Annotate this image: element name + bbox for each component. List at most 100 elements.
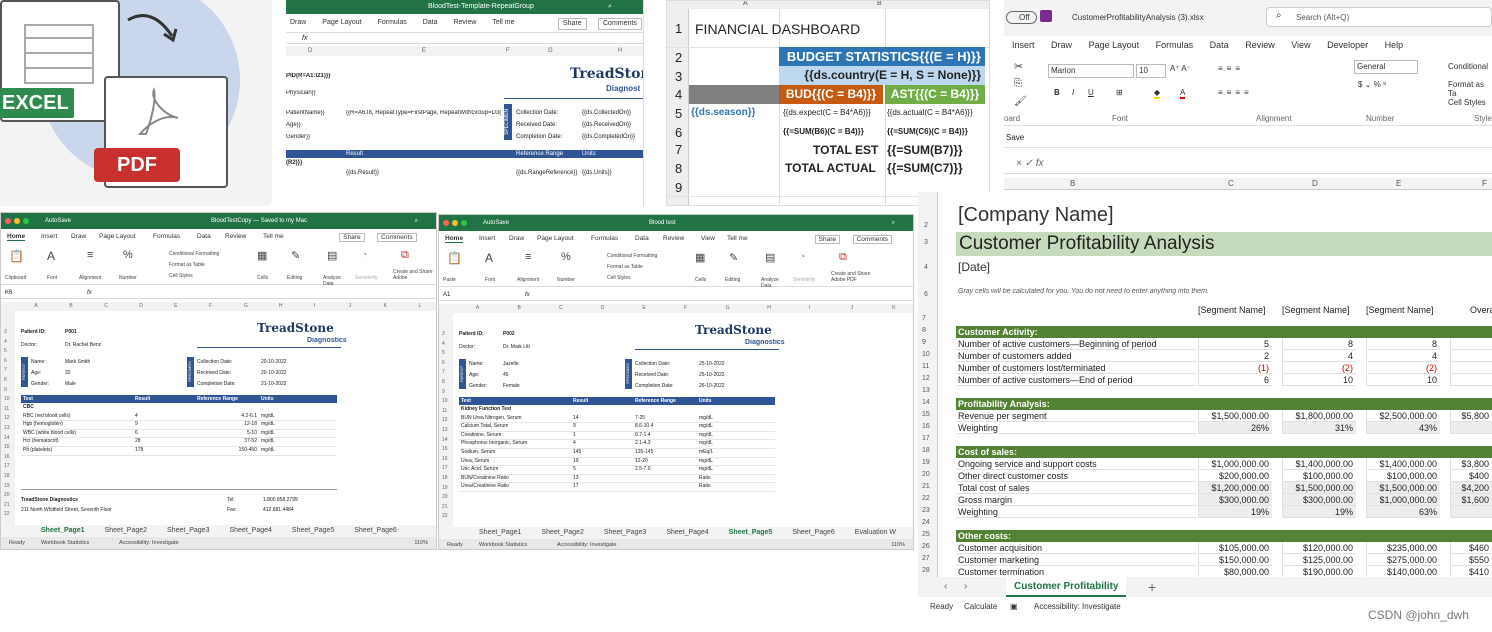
row-number[interactable]: 18 xyxy=(442,475,448,481)
search-icon[interactable]: ⌕ xyxy=(415,213,418,229)
number-format-select[interactable]: General xyxy=(1354,60,1418,74)
search-icon[interactable]: ⌕ xyxy=(608,0,612,14)
col-d[interactable]: D xyxy=(1312,178,1318,190)
minimize-icon[interactable] xyxy=(452,220,458,226)
formula-bar[interactable]: K6 fx xyxy=(1,288,436,299)
row-number[interactable]: 9 xyxy=(442,389,445,395)
tab-formulas[interactable]: Formulas xyxy=(153,233,180,240)
row-number[interactable]: 3 xyxy=(4,329,7,335)
value-cell[interactable]: 31% xyxy=(1282,422,1356,434)
editing-icon[interactable]: ✎ xyxy=(291,249,300,262)
row-number[interactable]: 8 xyxy=(442,379,445,385)
row-number[interactable]: 7 xyxy=(4,367,7,373)
sheet-tab[interactable]: Sheet_Page1 xyxy=(31,525,95,537)
row-number[interactable]: 15 xyxy=(442,446,448,452)
workbook-stats-icon[interactable]: ▣ xyxy=(1010,597,1018,617)
row-number[interactable]: 14 xyxy=(922,399,930,406)
analyze-data-icon[interactable]: ▤ xyxy=(765,251,775,264)
accessibility-status[interactable]: Accessibility: Investigate xyxy=(557,539,617,549)
bold-button[interactable]: B xyxy=(1054,88,1060,97)
value-cell[interactable]: $105,000.00 xyxy=(1198,542,1272,554)
align-icons[interactable]: ≡≡≡ xyxy=(1218,64,1244,73)
row-number[interactable]: 6 xyxy=(442,360,445,366)
row-number[interactable]: 7 xyxy=(922,315,926,322)
col-c[interactable]: C xyxy=(1228,178,1234,190)
column-header[interactable]: G xyxy=(726,304,730,313)
row-number[interactable]: 11 xyxy=(922,363,929,370)
row-number[interactable]: 5 xyxy=(4,348,7,354)
column-header[interactable]: F xyxy=(684,304,687,313)
tab-extra[interactable]: Tell me xyxy=(263,233,284,240)
font-icon[interactable]: A xyxy=(47,249,55,263)
value-cell[interactable]: $125,000.00 xyxy=(1282,554,1356,566)
value-cell[interactable]: 4 xyxy=(1282,350,1356,362)
tab-page-layout[interactable]: Page Layout xyxy=(99,233,136,240)
share-button[interactable]: Share xyxy=(339,233,365,242)
value-cell[interactable]: $300,000.00 xyxy=(1198,494,1272,506)
column-header[interactable]: F xyxy=(209,302,212,311)
grow-font-icon[interactable]: A⁺ A⁻ xyxy=(1170,64,1191,73)
row-number[interactable]: 13 xyxy=(4,425,10,431)
column-header[interactable]: D xyxy=(601,304,605,313)
value-cell[interactable]: (1) xyxy=(1198,362,1272,374)
sheet-tab[interactable]: Sheet_Page4 xyxy=(656,527,718,539)
value-cell[interactable] xyxy=(1450,422,1492,434)
row-4[interactable]: 4 xyxy=(675,87,682,102)
tab-page-layout[interactable]: Page Layout xyxy=(1089,38,1140,52)
adobe-icon[interactable]: ⧉ xyxy=(839,251,847,264)
value-cell[interactable]: 19% xyxy=(1282,506,1356,518)
value-cell[interactable]: (2) xyxy=(1282,362,1356,374)
clipboard-icon[interactable]: 📋 xyxy=(447,251,462,265)
autosave-label[interactable]: AutoSave xyxy=(45,213,71,229)
formula-bar[interactable]: fx xyxy=(286,32,643,44)
conditional-formatting[interactable]: Conditional xyxy=(1448,62,1488,71)
column-header[interactable]: I xyxy=(809,304,810,313)
row-number[interactable]: 19 xyxy=(922,459,930,466)
col-e[interactable]: E xyxy=(1396,178,1401,190)
value-cell[interactable]: 5 xyxy=(1198,338,1272,350)
value-cell[interactable]: $120,000.00 xyxy=(1282,542,1356,554)
cells-icon[interactable]: ▦ xyxy=(257,249,267,262)
row-number[interactable]: 23 xyxy=(922,507,930,514)
tab-home[interactable]: Home xyxy=(445,235,464,243)
value-cell[interactable]: $1,500,000.00 xyxy=(1366,482,1440,494)
font-icon[interactable]: A xyxy=(485,251,493,265)
save-icon[interactable] xyxy=(1040,10,1052,22)
value-cell[interactable]: 4 xyxy=(1366,350,1440,362)
number-icon[interactable]: % xyxy=(561,251,571,263)
comments-button[interactable]: Comments xyxy=(852,235,893,244)
italic-button[interactable]: I xyxy=(1072,88,1074,97)
align-icons-2[interactable]: ≡≡≡≡ xyxy=(1218,88,1253,97)
row-number[interactable]: 3 xyxy=(442,331,445,337)
prev-sheet-icon[interactable]: ‹ xyxy=(944,577,947,597)
col-f[interactable]: F xyxy=(1482,178,1487,190)
column-header[interactable]: J xyxy=(349,302,352,311)
tab-data[interactable]: Data xyxy=(635,235,649,242)
tab-data[interactable]: Data xyxy=(197,233,211,240)
column-header[interactable]: G xyxy=(244,302,248,311)
col-b[interactable]: B xyxy=(877,1,882,8)
cell-styles[interactable]: Cell Styles xyxy=(607,275,631,281)
cells-icon[interactable]: ▦ xyxy=(695,251,705,264)
cut-icon[interactable]: ✂ xyxy=(1014,60,1023,73)
row-number[interactable]: 18 xyxy=(4,473,10,479)
conditional-formatting[interactable]: Conditional Formatting xyxy=(607,253,657,259)
zoom-level[interactable]: 110% xyxy=(414,537,428,549)
fill-color-icon[interactable]: ◆ xyxy=(1154,88,1161,99)
row-number[interactable]: 5 xyxy=(442,350,445,356)
sheet-tab[interactable]: Sheet_Page5 xyxy=(282,525,344,537)
zoom-icon[interactable] xyxy=(23,218,29,224)
row-number[interactable]: 22 xyxy=(4,511,10,517)
row-number[interactable]: 17 xyxy=(4,463,10,469)
conditional-formatting[interactable]: Conditional Formatting xyxy=(169,251,219,257)
value-cell[interactable] xyxy=(1450,374,1492,386)
sheet-tab[interactable]: Sheet_Page1 xyxy=(469,527,531,539)
share-button[interactable]: Share xyxy=(814,235,841,244)
value-cell[interactable]: $3,800 xyxy=(1450,458,1492,470)
column-header[interactable]: B xyxy=(517,304,520,313)
value-cell[interactable]: 19% xyxy=(1198,506,1272,518)
font-size-select[interactable]: 10 xyxy=(1136,64,1166,78)
row-7[interactable]: 7 xyxy=(675,142,682,157)
number-icon[interactable]: % xyxy=(123,249,133,261)
col-e[interactable]: E xyxy=(422,46,426,56)
